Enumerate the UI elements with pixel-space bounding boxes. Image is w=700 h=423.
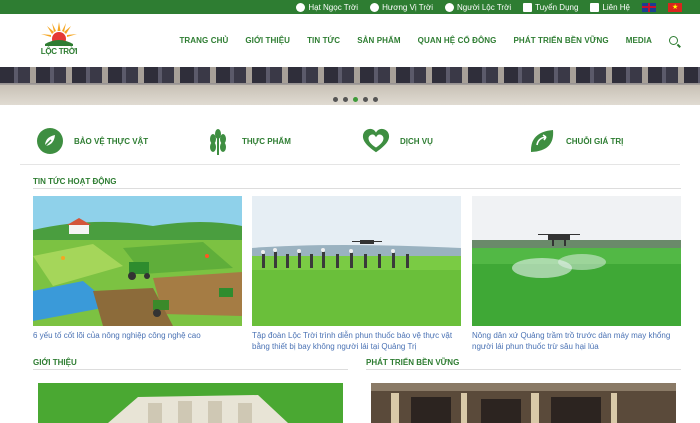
news-image-3: [472, 196, 681, 326]
nav-tin-tuc[interactable]: TIN TỨC: [307, 36, 340, 45]
nav-phat-trien-ben-vung[interactable]: PHÁT TRIỂN BỀN VỮNG: [514, 36, 609, 45]
nav-media[interactable]: MEDIA: [626, 36, 652, 45]
sun-logo-icon: [41, 21, 77, 46]
logo[interactable]: LỘC TRỜI: [34, 19, 84, 63]
service-chuoi-gia-tri[interactable]: CHUỖI GIÁ TRỊ: [528, 127, 623, 155]
en-flag-icon[interactable]: [642, 2, 656, 12]
vn-flag-icon[interactable]: [668, 2, 682, 12]
globe-icon: [296, 2, 306, 12]
heart-hands-icon: [362, 127, 390, 155]
news-caption[interactable]: 6 yếu tố cốt lõi của nông nghiệp công ng…: [33, 330, 242, 341]
topbar-link-tuyen-dung[interactable]: Tuyển Dụng: [523, 2, 578, 12]
news-caption[interactable]: Tập đoàn Lộc Trời trình diễn phun thuốc …: [252, 330, 461, 352]
sustain-image[interactable]: [371, 383, 676, 423]
top-bar: Hạt Ngọc Trời Hương Vị Trời Người Lộc Tr…: [0, 0, 700, 14]
main-nav: TRANG CHỦ GIỚI THIỆU TIN TỨC SẢN PHẨM QU…: [179, 14, 678, 67]
news-card-1[interactable]: 6 yếu tố cốt lõi của nông nghiệp công ng…: [33, 196, 242, 341]
slider-dot[interactable]: [363, 97, 368, 102]
people-icon: [523, 2, 533, 12]
search-icon[interactable]: [669, 36, 678, 45]
news-card-3[interactable]: Nông dân xứ Quảng trầm trồ trước dàn máy…: [472, 196, 681, 352]
topbar-link-lien-he[interactable]: Liên Hệ: [590, 2, 630, 12]
service-bao-ve-thuc-vat[interactable]: BẢO VỆ THỰC VẬT: [36, 127, 148, 155]
hero-photo: [0, 67, 700, 83]
slider-dot[interactable]: [333, 97, 338, 102]
slider-dot[interactable]: [343, 97, 348, 102]
nav-san-pham[interactable]: SẢN PHẨM: [357, 36, 400, 45]
leaf-cycle-icon: [528, 127, 556, 155]
hero-slider[interactable]: [0, 67, 700, 105]
news-image-1: [33, 196, 242, 326]
topbar-link-nguoi-loc-troi[interactable]: Người Lộc Trời: [445, 2, 511, 12]
globe-icon: [445, 2, 455, 12]
site-header: LỘC TRỜI TRANG CHỦ GIỚI THIỆU TIN TỨC SẢ…: [0, 14, 700, 67]
about-image[interactable]: [38, 383, 343, 423]
news-caption[interactable]: Nông dân xứ Quảng trầm trồ trước dàn máy…: [472, 330, 681, 352]
services-bar: BẢO VỆ THỰC VẬT THỰC PHẨM DỊCH VỤ CHUỖI …: [20, 105, 680, 165]
service-dich-vu[interactable]: DỊCH VỤ: [362, 127, 433, 155]
mail-icon: [590, 2, 600, 12]
service-thuc-pham[interactable]: THỰC PHẨM: [204, 127, 291, 155]
news-card-2[interactable]: Tập đoàn Lộc Trời trình diễn phun thuốc …: [252, 196, 461, 352]
nav-trang-chu[interactable]: TRANG CHỦ: [179, 36, 228, 45]
slider-dot-active[interactable]: [353, 97, 358, 102]
slider-dot[interactable]: [373, 97, 378, 102]
news-image-2: [252, 196, 461, 326]
globe-icon: [370, 2, 380, 12]
topbar-link-hat-ngoc-troi[interactable]: Hạt Ngọc Trời: [296, 2, 358, 12]
nav-gioi-thieu[interactable]: GIỚI THIỆU: [245, 36, 290, 45]
rice-grain-icon: [204, 127, 232, 155]
plant-protection-icon: [36, 127, 64, 155]
nav-quan-he-co-dong[interactable]: QUAN HỆ CỔ ĐÔNG: [418, 36, 497, 45]
slider-dots: [333, 97, 378, 102]
topbar-link-huong-vi-troi[interactable]: Hương Vị Trời: [370, 2, 433, 12]
